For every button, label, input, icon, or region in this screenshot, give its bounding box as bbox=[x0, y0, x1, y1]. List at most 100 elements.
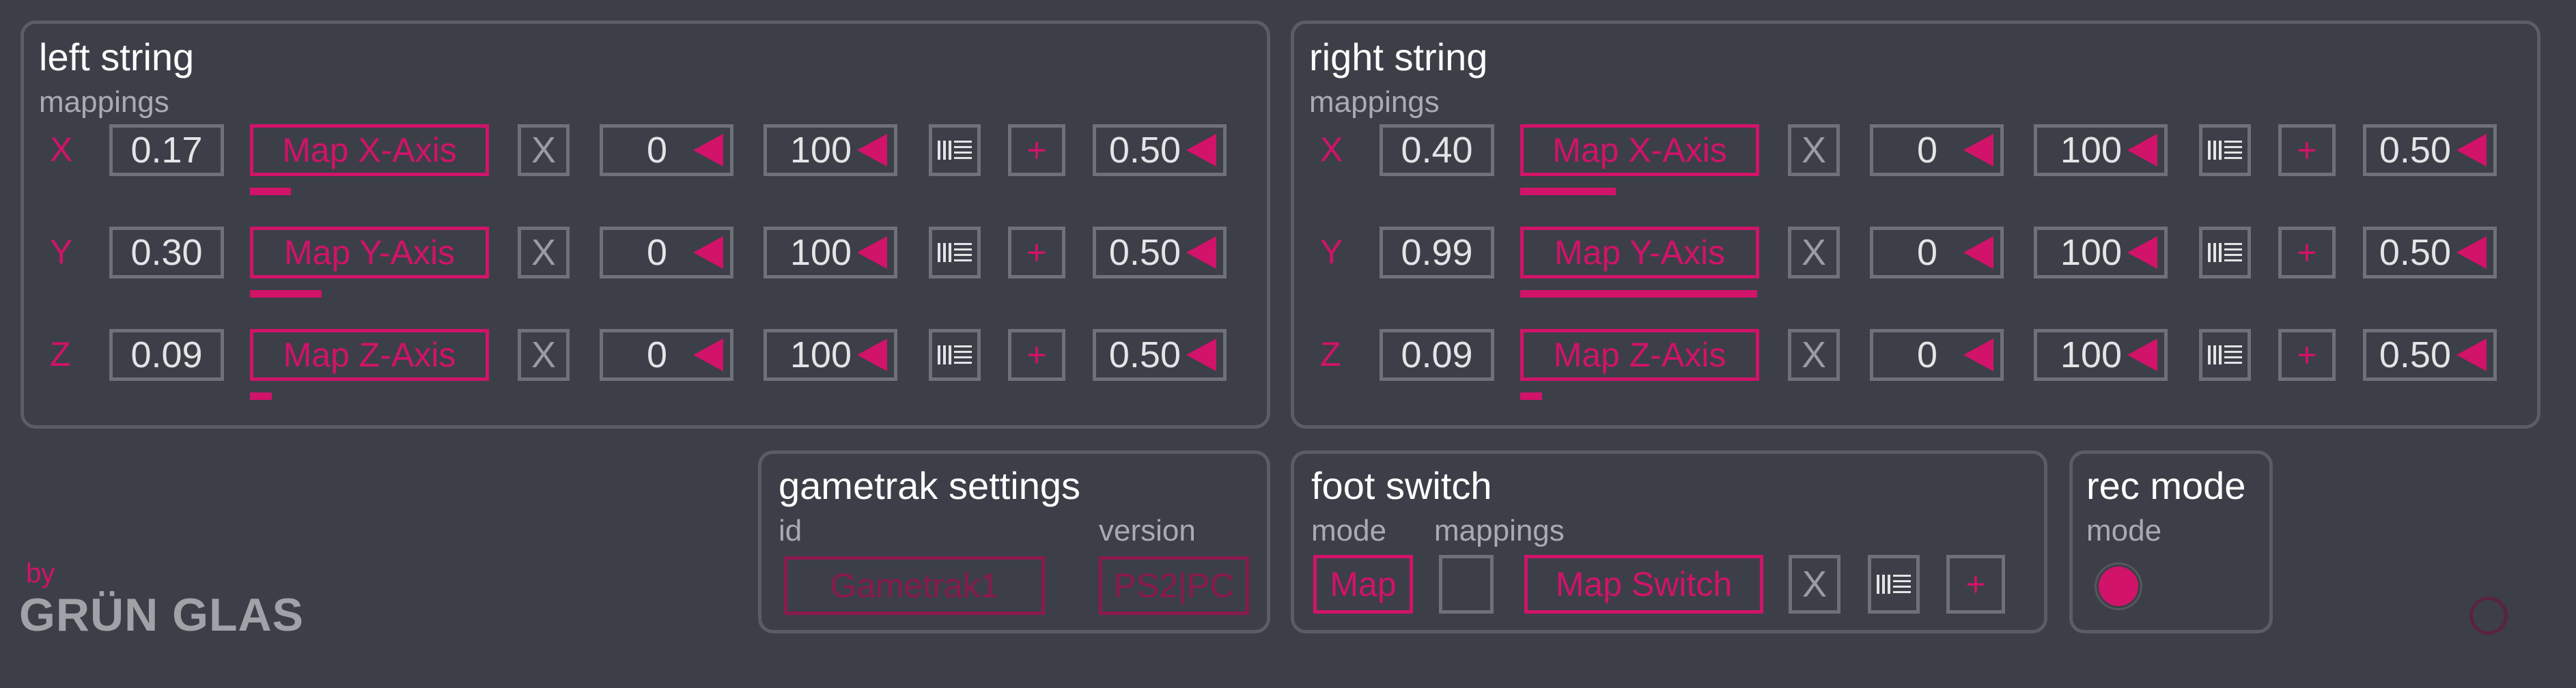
left-row-y-map-button[interactable]: Map Y-Axis bbox=[250, 227, 489, 278]
triangle-left-icon bbox=[1963, 339, 1993, 371]
right-row-x-axis-label: X bbox=[1320, 130, 1343, 169]
left-row-x-max-value: 100 bbox=[789, 130, 852, 171]
left-row-y-add-button[interactable]: + bbox=[1008, 227, 1065, 278]
right-row-z-scale-value: 0.50 bbox=[2379, 334, 2451, 375]
gametrak-version-select[interactable]: PS2|PC bbox=[1099, 556, 1249, 615]
right-row-x-max-input[interactable]: 100 bbox=[2034, 124, 2168, 176]
plus-icon: + bbox=[1965, 565, 1986, 603]
right-row-x-remove-button[interactable]: X bbox=[1788, 124, 1840, 176]
gametrak-version-label: version bbox=[1099, 514, 1196, 547]
left-row-y-scale-input[interactable]: 0.50 bbox=[1093, 227, 1227, 278]
right-row-x-add-button[interactable]: + bbox=[2278, 124, 2336, 176]
right-row-z-activity-bar bbox=[1520, 392, 1542, 400]
left-row-y-value-display: 0.30 bbox=[109, 227, 224, 278]
right-row-z-curve-button[interactable] bbox=[2199, 329, 2251, 381]
right-row-y-scale-input[interactable]: 0.50 bbox=[2363, 227, 2497, 278]
foot-mapping-toggle[interactable] bbox=[1439, 555, 1494, 614]
plus-icon: + bbox=[1026, 233, 1047, 272]
right-mappings-label: mappings bbox=[1309, 85, 1440, 119]
left-row-z-activity-bar bbox=[250, 392, 272, 400]
left-row-x-add-button[interactable]: + bbox=[1008, 124, 1065, 176]
rec-mode-label: mode bbox=[2086, 514, 2162, 547]
left-row-z-remove-button[interactable]: X bbox=[518, 329, 570, 381]
right-row-y-min-input[interactable]: 0 bbox=[1870, 227, 2004, 278]
map-switch-button[interactable]: Map Switch bbox=[1524, 555, 1763, 614]
right-row-x-activity-bar bbox=[1520, 188, 1616, 195]
foot-mappings-label: mappings bbox=[1434, 514, 1565, 547]
right-row-y-add-button[interactable]: + bbox=[2278, 227, 2336, 278]
left-row-z-min-input[interactable]: 0 bbox=[600, 329, 733, 381]
right-row-z-map-button[interactable]: Map Z-Axis bbox=[1520, 329, 1759, 381]
left-row-z-map-button[interactable]: Map Z-Axis bbox=[250, 329, 489, 381]
left-row-z-add-button[interactable]: + bbox=[1008, 329, 1065, 381]
left-row-x-remove-button[interactable]: X bbox=[518, 124, 570, 176]
foot-mode-label: mode bbox=[1311, 514, 1387, 547]
left-row-z-value-display: 0.09 bbox=[109, 329, 224, 381]
rec-mode-title: rec mode bbox=[2086, 464, 2246, 507]
right-row-x-scale-value: 0.50 bbox=[2379, 130, 2451, 171]
triangle-left-icon bbox=[1186, 339, 1216, 371]
left-row-y-min-input[interactable]: 0 bbox=[600, 227, 733, 278]
right-row-x-scale-input[interactable]: 0.50 bbox=[2363, 124, 2497, 176]
mapping-list-icon bbox=[2208, 345, 2242, 364]
left-row-x-axis-label: X bbox=[50, 130, 73, 169]
left-row-x-min-input[interactable]: 0 bbox=[600, 124, 733, 176]
triangle-left-icon bbox=[857, 236, 887, 269]
mapping-list-icon bbox=[2208, 141, 2242, 160]
left-row-y-min-value: 0 bbox=[646, 232, 667, 273]
left-row-y-max-input[interactable]: 100 bbox=[764, 227, 897, 278]
triangle-left-icon bbox=[1963, 236, 1993, 269]
left-row-z-max-input[interactable]: 100 bbox=[764, 329, 897, 381]
left-row-y-scale-value: 0.50 bbox=[1108, 232, 1181, 273]
mapping-list-icon bbox=[938, 141, 972, 160]
right-row-y-curve-button[interactable] bbox=[2199, 227, 2251, 278]
left-row-x-scale-input[interactable]: 0.50 bbox=[1093, 124, 1227, 176]
foot-mode-button[interactable]: Map bbox=[1313, 555, 1413, 614]
right-row-z-remove-button[interactable]: X bbox=[1788, 329, 1840, 381]
right-row-y-max-value: 100 bbox=[2060, 232, 2122, 273]
left-row-x-max-input[interactable]: 100 bbox=[764, 124, 897, 176]
right-row-z-max-input[interactable]: 100 bbox=[2034, 329, 2168, 381]
left-row-y-axis-label: Y bbox=[50, 233, 73, 271]
left-row-z-scale-value: 0.50 bbox=[1108, 334, 1181, 375]
left-row-x-value-display: 0.17 bbox=[109, 124, 224, 176]
foot-remove-mapping-button[interactable]: X bbox=[1789, 555, 1840, 614]
right-row-y-remove-button[interactable]: X bbox=[1788, 227, 1840, 278]
left-row-z-min-value: 0 bbox=[646, 334, 667, 375]
mapping-list-icon bbox=[938, 345, 972, 364]
foot-mapping-list-button[interactable] bbox=[1868, 555, 1920, 614]
left-mappings-label: mappings bbox=[39, 85, 169, 119]
credit-by-label: by bbox=[26, 558, 55, 588]
right-row-z-max-value: 100 bbox=[2060, 334, 2122, 375]
left-row-z-axis-label: Z bbox=[50, 335, 71, 373]
right-row-x-min-input[interactable]: 0 bbox=[1870, 124, 2004, 176]
right-string-title: right string bbox=[1309, 35, 1488, 78]
gametrak-id-field[interactable]: Gametrak1 bbox=[784, 556, 1045, 615]
right-row-z-min-input[interactable]: 0 bbox=[1870, 329, 2004, 381]
right-row-y-scale-value: 0.50 bbox=[2379, 232, 2451, 273]
mapping-list-icon bbox=[938, 243, 972, 262]
foot-add-mapping-button[interactable]: + bbox=[1946, 555, 2005, 614]
right-row-z-scale-input[interactable]: 0.50 bbox=[2363, 329, 2497, 381]
triangle-left-icon bbox=[1186, 236, 1216, 269]
right-row-y-map-button[interactable]: Map Y-Axis bbox=[1520, 227, 1759, 278]
rec-mode-panel: rec mode mode bbox=[2069, 450, 2273, 633]
left-row-z-curve-button[interactable] bbox=[929, 329, 981, 381]
rec-mode-button[interactable] bbox=[2099, 567, 2138, 606]
triangle-left-icon bbox=[2127, 236, 2157, 269]
left-row-y-remove-button[interactable]: X bbox=[518, 227, 570, 278]
triangle-left-icon bbox=[857, 339, 887, 371]
triangle-left-icon bbox=[2456, 339, 2487, 371]
right-row-x-curve-button[interactable] bbox=[2199, 124, 2251, 176]
left-row-z-scale-input[interactable]: 0.50 bbox=[1093, 329, 1227, 381]
right-row-z-add-button[interactable]: + bbox=[2278, 329, 2336, 381]
corner-status-indicator bbox=[2469, 597, 2508, 635]
right-row-y-max-input[interactable]: 100 bbox=[2034, 227, 2168, 278]
triangle-left-icon bbox=[2127, 134, 2157, 167]
gametrak-id-label: id bbox=[779, 514, 802, 547]
left-row-x-map-button[interactable]: Map X-Axis bbox=[250, 124, 489, 176]
right-row-x-map-button[interactable]: Map X-Axis bbox=[1520, 124, 1759, 176]
left-row-y-curve-button[interactable] bbox=[929, 227, 981, 278]
right-row-z-value-display: 0.09 bbox=[1380, 329, 1494, 381]
left-row-x-curve-button[interactable] bbox=[929, 124, 981, 176]
